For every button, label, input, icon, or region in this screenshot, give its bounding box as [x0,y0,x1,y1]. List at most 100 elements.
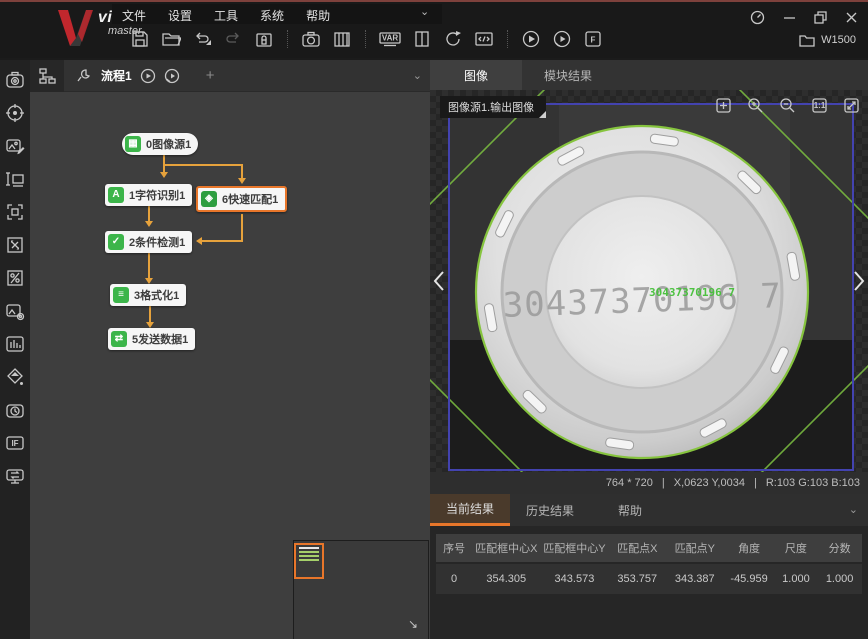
tab-image[interactable]: 图像 [430,60,522,90]
svg-text:VAR: VAR [382,34,399,43]
tab-history-result[interactable]: 历史结果 [510,494,590,526]
fast-match-icon: ◈ [201,191,217,207]
flow-run-once-icon[interactable] [140,68,156,84]
image-viewer[interactable]: 30437370196 7 30437370196 7 图像源1.输出图像 [430,90,868,494]
restore-icon[interactable] [814,11,827,24]
pan-icon[interactable] [715,97,732,114]
zoom-out-icon[interactable] [779,97,796,114]
node-condition-check[interactable]: ✓ 2条件检测1 [105,231,192,253]
connector [163,164,243,166]
camera-icon[interactable] [5,70,25,90]
save-icon[interactable] [130,29,150,49]
histogram-icon[interactable] [5,334,25,354]
flow-tab-label: 流程1 [101,67,132,84]
cell-match-box-center-y: 343.573 [540,573,608,585]
tab-current-result[interactable]: 当前结果 [430,494,510,526]
node-send-data[interactable]: ⇄ 5发送数据1 [108,328,195,350]
redo-icon[interactable] [223,29,243,49]
close-icon[interactable] [845,11,858,24]
result-table-header: 序号 匹配框中心X 匹配框中心Y 匹配点X 匹配点Y 角度 尺度 分数 [436,534,862,562]
node-format[interactable]: ≡ 3格式化1 [110,284,186,306]
node-label: 0图像源1 [146,136,191,152]
minimap-resize-handle[interactable]: ↘ [408,617,418,631]
cell-match-point-x: 353.757 [609,573,667,585]
fit-screen-icon[interactable] [843,97,860,114]
selector-fold-icon [539,111,546,118]
node-label: 1字符识别1 [129,187,185,203]
transfer-icon[interactable] [5,466,25,486]
format-node-icon: ≡ [113,287,129,303]
menu-tools[interactable]: 工具 [214,7,238,24]
minimap-viewport[interactable] [294,543,324,579]
log-icon[interactable] [412,29,432,49]
target-icon[interactable] [5,103,25,123]
image-edit-icon[interactable] [5,136,25,156]
result-view-panel: 图像 模块结果 [430,60,868,639]
image-source-icon: ▦ [125,136,141,152]
menu-file[interactable]: 文件 [122,7,146,24]
minimize-icon[interactable] [783,11,796,24]
workspace-label: W1500 [821,34,856,46]
image-source-selector[interactable]: 图像源1.输出图像 [440,96,546,118]
compare-icon[interactable] [5,268,25,288]
node-label: 3格式化1 [134,287,179,303]
run-continuous-icon[interactable] [552,29,572,49]
timer-camera-icon[interactable] [5,400,25,420]
status-separator: | [662,477,665,489]
result-tabs-chevron-down-icon[interactable]: ⌄ [849,503,858,516]
align-icon[interactable] [5,235,25,255]
menubar: 文件 设置 工具 系统 帮助 [122,7,330,24]
tab-module-result[interactable]: 模块结果 [522,60,614,90]
titlebar-chevron-down-icon[interactable]: ⌄ [420,5,429,18]
zoom-in-icon[interactable] [747,97,764,114]
flow-canvas[interactable]: ▦ 0图像源1 A 1字符识别1 ◈ 6快速匹配1 ✓ 2条件检测1 ≡ 3格式… [30,92,430,639]
open-icon[interactable] [161,29,181,49]
image-resolution: 764 * 720 [606,477,653,489]
connector [241,164,243,178]
brand-logo [56,8,94,48]
node-image-source[interactable]: ▦ 0图像源1 [122,133,198,155]
connector [148,206,150,221]
menu-system[interactable]: 系统 [260,7,284,24]
send-data-icon: ⇄ [111,331,127,347]
tool-sidebar: IF [0,60,30,639]
node-char-recognition[interactable]: A 1字符识别1 [105,184,192,206]
global-run-icon[interactable] [443,29,463,49]
wrench-icon[interactable] [76,68,91,83]
add-flow-button[interactable]: + [206,67,215,84]
table-row[interactable]: 0 354.305 343.573 353.757 343.387 -45.95… [436,564,862,594]
flow-tab[interactable]: 流程1 [101,67,180,84]
tab-help[interactable]: 帮助 [590,494,670,526]
node-fast-match[interactable]: ◈ 6快速匹配1 [196,186,287,212]
window-controls [750,10,858,25]
camera-icon[interactable] [301,29,321,49]
run-once-icon[interactable] [521,29,541,49]
flow-minimap[interactable]: ↘ [293,540,429,639]
menu-help[interactable]: 帮助 [306,7,330,24]
undo-icon[interactable] [192,29,212,49]
flow-list-button[interactable] [30,60,64,92]
workspace-selector[interactable]: W1500 [799,33,856,47]
connector [148,253,150,278]
menu-settings[interactable]: 设置 [168,7,192,24]
gauge-icon[interactable] [750,10,765,25]
actual-size-icon[interactable]: 1:1 [811,97,828,114]
module-list-icon[interactable] [332,29,352,49]
prev-image-icon[interactable] [433,270,445,292]
flow-header-chevron-down-icon[interactable]: ⌄ [413,69,422,82]
image-settings-icon[interactable] [5,301,25,321]
variable-icon[interactable]: VAR [379,29,401,49]
visionmaster-window: vision master 文件 设置 工具 系统 帮助 ⌄ [0,0,868,639]
flow-run-continuous-icon[interactable] [164,68,180,84]
focus-region-icon[interactable] [5,202,25,222]
script-icon[interactable] [474,29,494,49]
workspace-folder-icon [799,33,815,47]
measure-icon[interactable] [5,169,25,189]
col-index: 序号 [436,540,472,556]
save-locked-icon[interactable] [254,29,274,49]
connector-arrow [160,172,168,178]
next-image-icon[interactable] [853,270,865,292]
calibrate-icon[interactable] [5,367,25,387]
format-icon[interactable]: F [583,29,603,49]
if-logic-icon[interactable]: IF [5,433,25,453]
